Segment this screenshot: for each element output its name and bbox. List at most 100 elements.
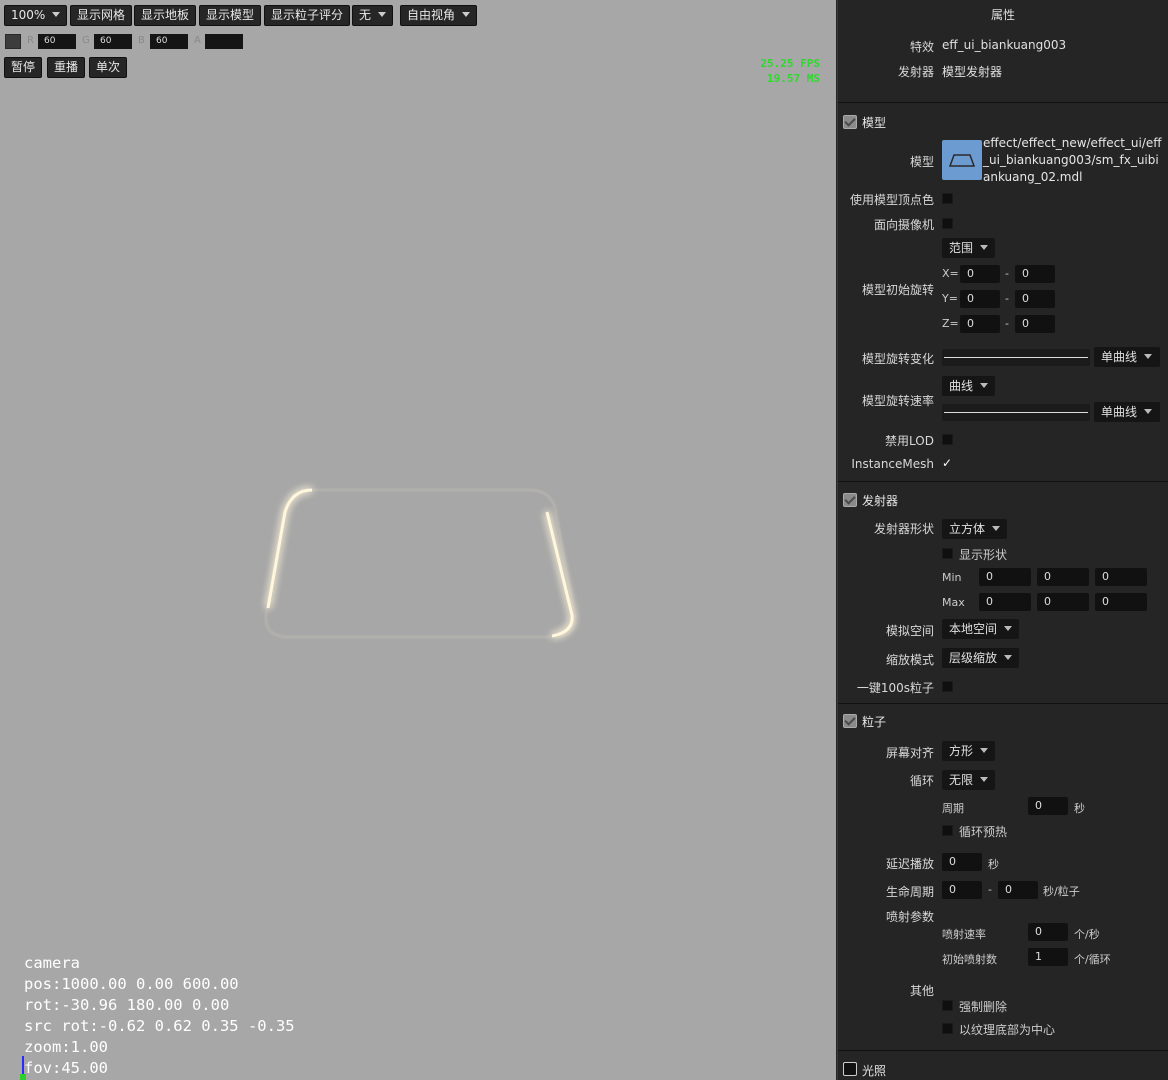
- emit-rate-label: 喷射速率: [942, 928, 986, 941]
- light-section-checkbox[interactable]: [843, 1062, 857, 1076]
- curve-type-value: 单曲线: [1101, 350, 1138, 364]
- particle-section-title: 粒子: [862, 715, 887, 729]
- rot-speed-mode-value: 曲线: [949, 379, 974, 393]
- init-rotation-label: 模型初始旋转: [861, 283, 934, 297]
- effect-value: eff_ui_biankuang003: [942, 38, 1067, 52]
- life-max-input[interactable]: 0: [998, 881, 1038, 899]
- loop-preheat-checkbox[interactable]: [942, 825, 953, 836]
- chevron-down-icon: [1004, 655, 1013, 660]
- scale-mode-dropdown[interactable]: 层级缩放: [942, 648, 1020, 668]
- divider: [838, 703, 1168, 704]
- loop-label: 循环: [909, 774, 934, 788]
- use-vertex-color-label: 使用模型顶点色: [849, 193, 934, 207]
- emitter-section-checkbox[interactable]: [843, 493, 857, 507]
- max-y-input[interactable]: 0: [1037, 593, 1089, 611]
- disable-lod-checkbox[interactable]: [942, 434, 953, 445]
- instance-mesh-checkbox[interactable]: ✓: [942, 456, 952, 470]
- emit-rate-unit: 个/秒: [1074, 928, 1100, 941]
- properties-panel: 属性 特效 eff_ui_biankuang003 发射器 模型发射器 模型 模…: [837, 0, 1168, 1080]
- period-input[interactable]: 0: [1028, 797, 1068, 815]
- disable-lod-label: 禁用LOD: [885, 434, 934, 448]
- x-min-input[interactable]: 0: [960, 265, 1000, 283]
- texture-center-label: 以纹理底部为中心: [959, 1023, 1056, 1037]
- z-label: Z=: [942, 317, 959, 330]
- chevron-down-icon: [992, 526, 1001, 531]
- panel-title: 属性: [990, 8, 1015, 22]
- divider: [838, 481, 1168, 482]
- min-x-input[interactable]: 0: [979, 568, 1031, 586]
- rot-change-curve-type-dropdown[interactable]: 单曲线: [1094, 347, 1160, 367]
- z-max-input[interactable]: 0: [1015, 315, 1055, 333]
- max-z-input[interactable]: 0: [1095, 593, 1147, 611]
- y-label: Y=: [942, 292, 958, 305]
- period-unit: 秒: [1074, 802, 1085, 815]
- y-min-input[interactable]: 0: [960, 290, 1000, 308]
- rot-speed-curve[interactable]: [942, 404, 1090, 421]
- camera-src-rot: src rot:-0.62 0.62 0.35 -0.35: [24, 1017, 295, 1035]
- min-z-input[interactable]: 0: [1095, 568, 1147, 586]
- particle-section-checkbox[interactable]: [843, 714, 857, 728]
- screen-align-label: 屏幕对齐: [885, 746, 934, 760]
- model-section-checkbox[interactable]: [843, 115, 857, 129]
- chevron-down-icon: [980, 777, 989, 782]
- camera-title: camera: [24, 954, 80, 972]
- emit-params-label: 喷射参数: [885, 910, 934, 924]
- model-path: effect/effect_new/effect_ui/eff_ui_biank…: [983, 136, 1162, 184]
- rotation-mode-dropdown[interactable]: 范围: [942, 238, 996, 258]
- chevron-down-icon: [1144, 409, 1153, 414]
- max-x-input[interactable]: 0: [979, 593, 1031, 611]
- sim-space-dropdown[interactable]: 本地空间: [942, 619, 1020, 639]
- rot-change-curve[interactable]: [942, 349, 1090, 366]
- scale-mode-label: 缩放模式: [885, 653, 934, 667]
- show-shape-checkbox[interactable]: [942, 548, 953, 559]
- light-section-title: 光照: [862, 1064, 887, 1078]
- chevron-down-icon: [1004, 626, 1013, 631]
- dash: -: [1005, 292, 1009, 305]
- dash: -: [988, 883, 992, 896]
- use-vertex-color-checkbox[interactable]: [942, 193, 953, 204]
- face-camera-label: 面向摄像机: [873, 218, 934, 232]
- force-delete-checkbox[interactable]: [942, 1000, 953, 1011]
- min-y-input[interactable]: 0: [1037, 568, 1089, 586]
- x-max-input[interactable]: 0: [1015, 265, 1055, 283]
- emitter-shape-dropdown[interactable]: 立方体: [942, 519, 1008, 539]
- rotation-mode-value: 范围: [949, 241, 974, 255]
- one-key-particles-label: 一键100s粒子: [856, 681, 934, 695]
- sim-space-label: 模拟空间: [885, 624, 934, 638]
- axis-gizmo-green: [20, 1074, 26, 1080]
- show-shape-label: 显示形状: [959, 548, 1008, 562]
- min-label: Min: [942, 571, 962, 584]
- delay-input[interactable]: 0: [942, 853, 982, 871]
- emitter-shape-value: 立方体: [949, 522, 986, 536]
- model-icon: [948, 154, 976, 167]
- dash: -: [1005, 267, 1009, 280]
- camera-info: camera pos:1000.00 0.00 600.00 rot:-30.96 …: [24, 953, 295, 1079]
- emitter-label: 发射器: [897, 65, 934, 79]
- init-emit-label: 初始喷射数: [942, 953, 997, 966]
- one-key-particles-checkbox[interactable]: [942, 681, 953, 692]
- init-emit-unit: 个/循环: [1074, 953, 1111, 966]
- screen-align-dropdown[interactable]: 方形: [942, 741, 996, 761]
- camera-fov: fov:45.00: [24, 1059, 108, 1077]
- effect-label: 特效: [909, 40, 934, 54]
- init-emit-input[interactable]: 1: [1028, 948, 1068, 966]
- z-min-input[interactable]: 0: [960, 315, 1000, 333]
- model-label: 模型: [909, 155, 934, 169]
- rot-speed-mode-dropdown[interactable]: 曲线: [942, 376, 996, 396]
- divider: [838, 102, 1168, 103]
- y-max-input[interactable]: 0: [1015, 290, 1055, 308]
- viewport[interactable]: 100% 显示网格 显示地板 显示模型 显示粒子评分 无 自由视角 R 60 G…: [0, 0, 836, 1080]
- rot-speed-curve-type-dropdown[interactable]: 单曲线: [1094, 402, 1160, 422]
- face-camera-checkbox[interactable]: [942, 218, 953, 229]
- dash: -: [1005, 317, 1009, 330]
- texture-center-checkbox[interactable]: [942, 1023, 953, 1034]
- emitter-section-title: 发射器: [862, 494, 899, 508]
- chevron-down-icon: [980, 245, 989, 250]
- chevron-down-icon: [980, 383, 989, 388]
- model-thumbnail[interactable]: [942, 140, 982, 180]
- loop-dropdown[interactable]: 无限: [942, 770, 996, 790]
- scale-mode-value: 层级缩放: [949, 651, 998, 665]
- max-label: Max: [942, 596, 965, 609]
- life-min-input[interactable]: 0: [942, 881, 982, 899]
- emit-rate-input[interactable]: 0: [1028, 923, 1068, 941]
